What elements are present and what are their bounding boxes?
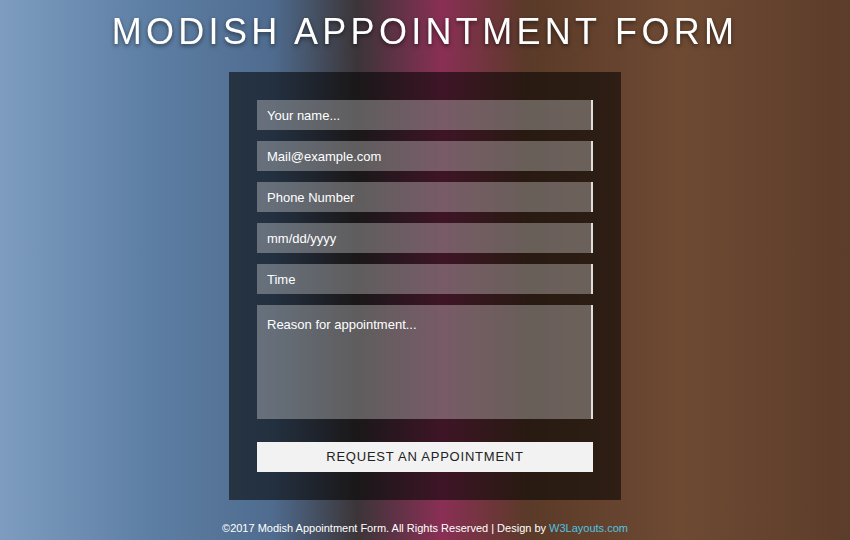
- form-input[interactable]: [257, 264, 593, 294]
- request-appointment-button[interactable]: REQUEST AN APPOINTMENT: [257, 442, 593, 472]
- form-input[interactable]: [257, 182, 593, 212]
- form-input[interactable]: [257, 223, 593, 253]
- form-input[interactable]: [257, 100, 593, 130]
- form-input[interactable]: [257, 141, 593, 171]
- footer: ©2017 Modish Appointment Form. All Right…: [222, 520, 628, 537]
- footer-link[interactable]: W3Layouts.com: [549, 522, 628, 534]
- page: MODISH APPOINTMENT FORM REQUEST AN APPOIN…: [0, 0, 850, 540]
- reason-textarea[interactable]: [257, 305, 593, 419]
- page-title: MODISH APPOINTMENT FORM: [112, 0, 739, 72]
- appointment-form: REQUEST AN APPOINTMENT: [229, 72, 621, 500]
